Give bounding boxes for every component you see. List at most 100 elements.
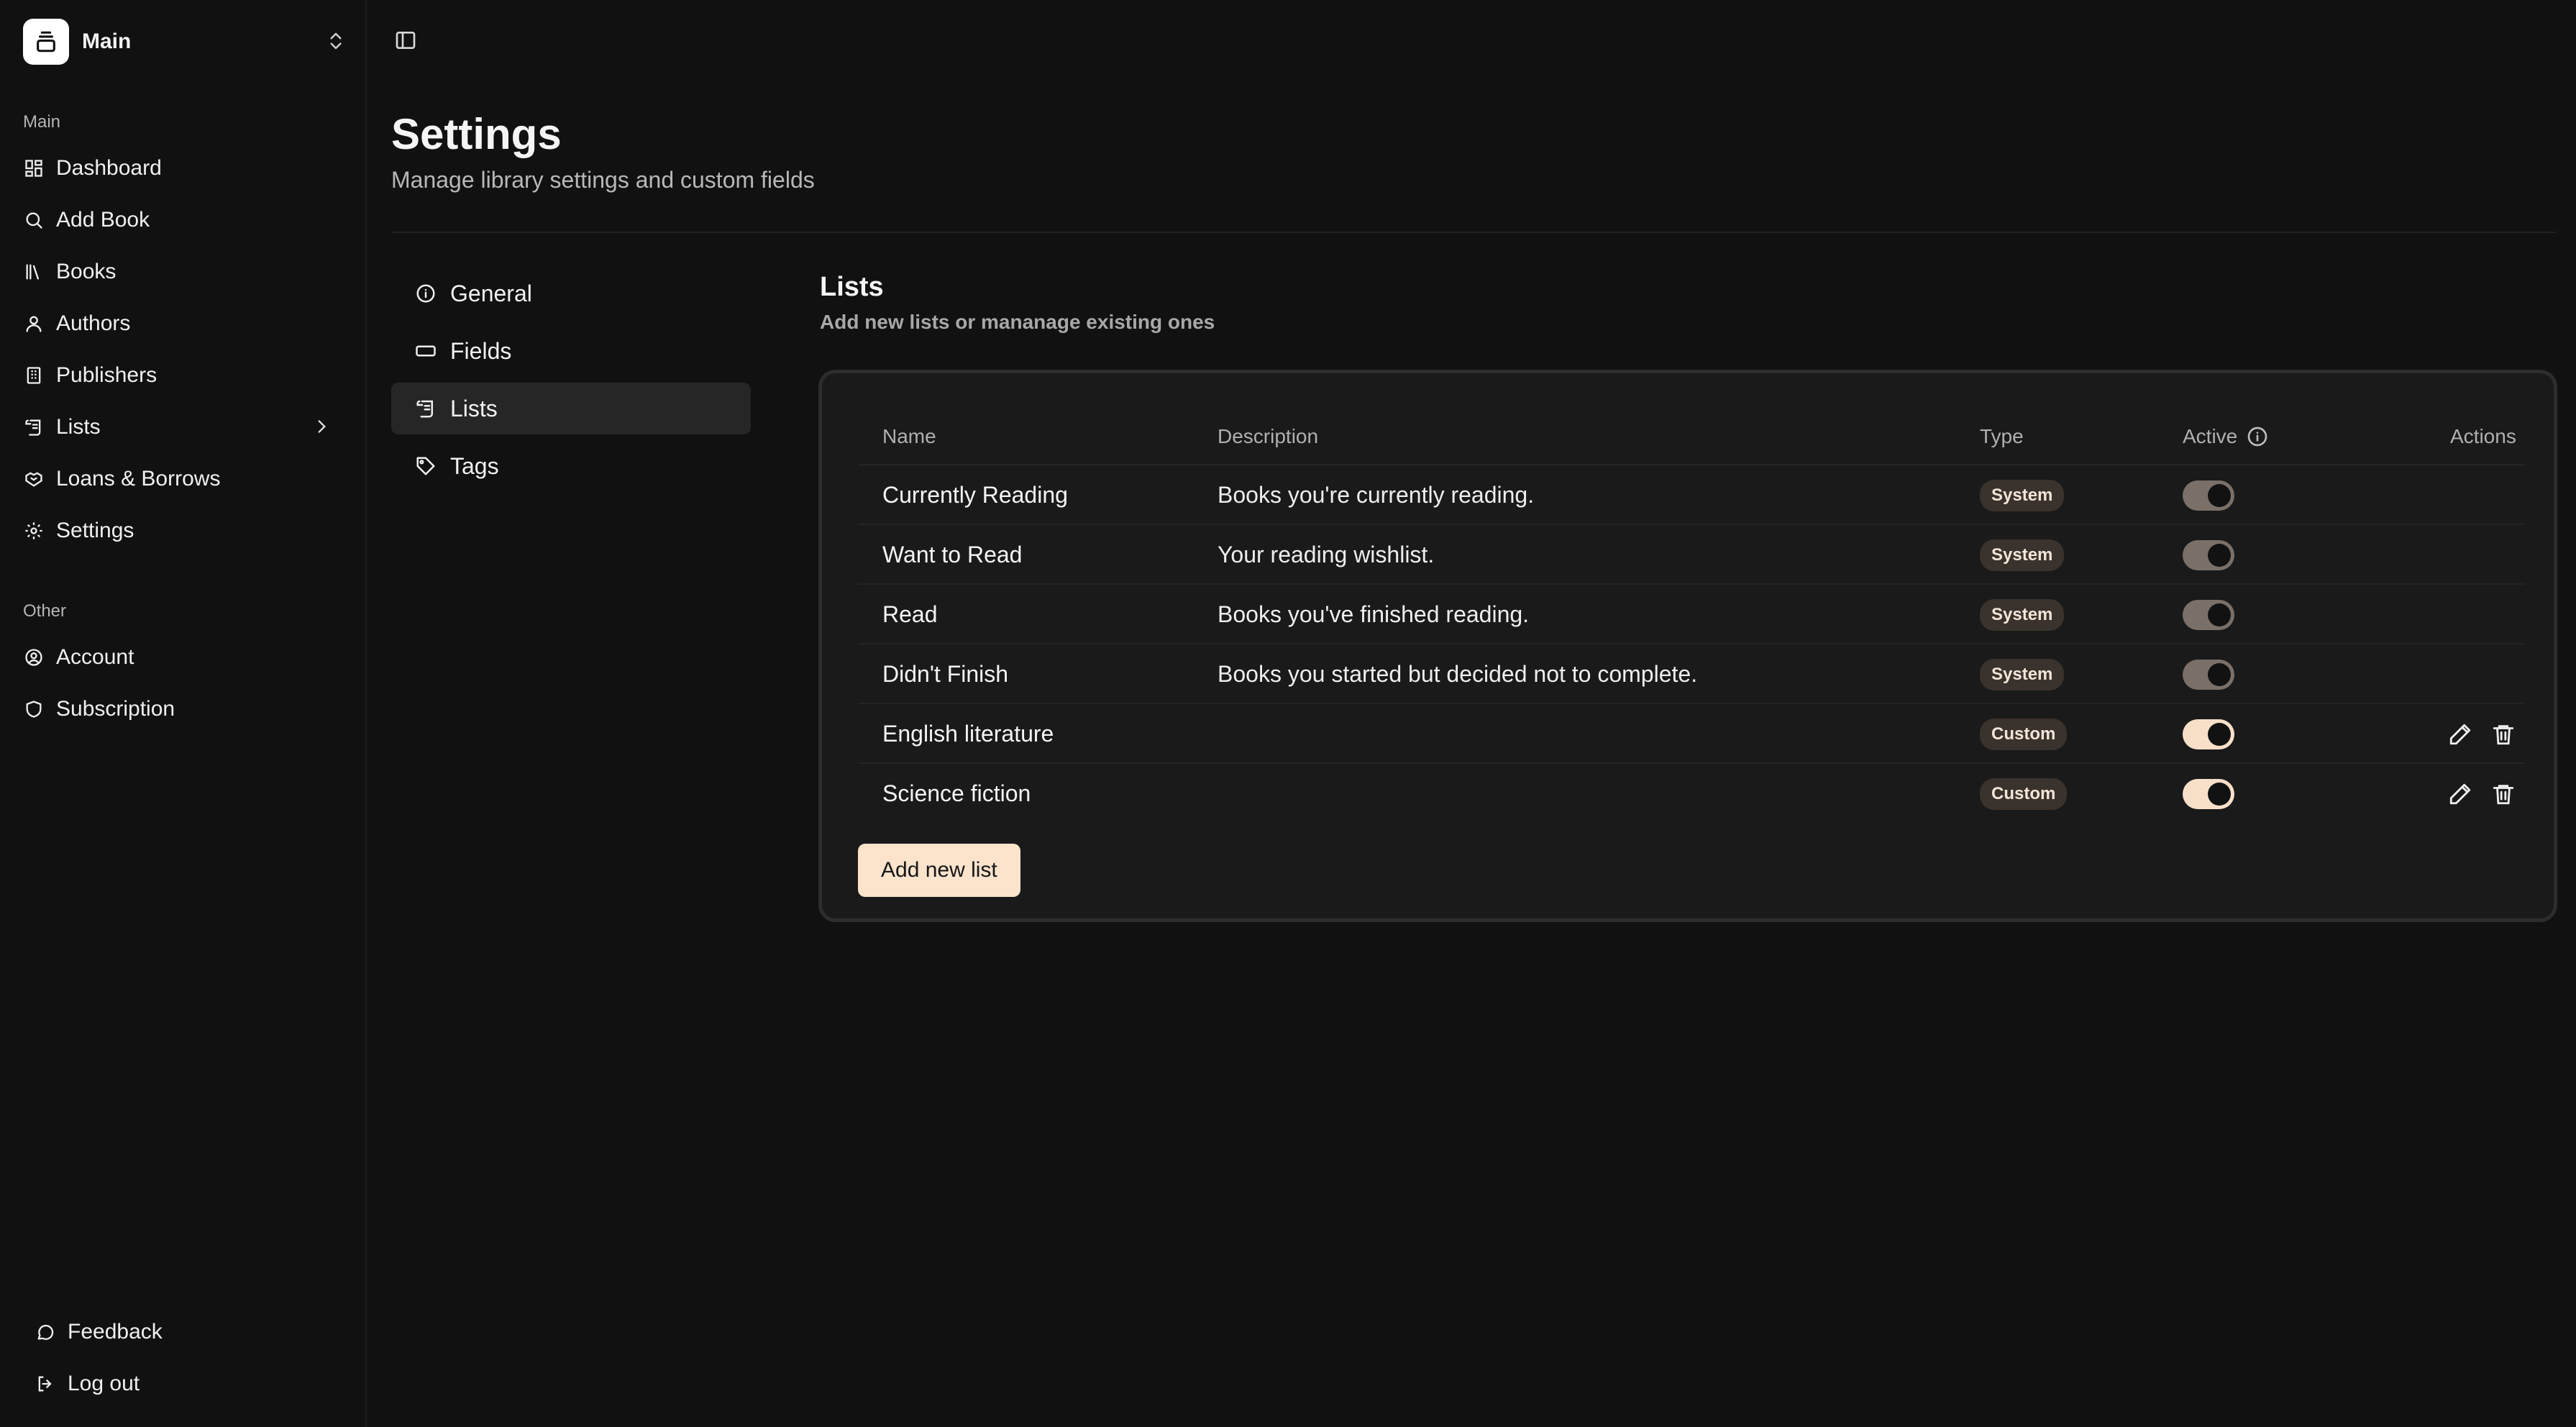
sidebar-item-label: Books (56, 260, 117, 283)
sidebar-item-label: Publishers (56, 363, 157, 387)
sidebar-item-lists[interactable]: Lists (14, 406, 352, 449)
list-name: Want to Read (882, 542, 1023, 567)
sidebar-item-label: Add Book (56, 208, 150, 232)
type-badge: System (1980, 658, 2065, 690)
active-toggle[interactable] (2183, 480, 2234, 511)
sidebar-item-books[interactable]: Books (14, 250, 352, 293)
sidebar-item-subscription[interactable]: Subscription (14, 688, 352, 731)
field-icon (414, 339, 437, 363)
search-icon (23, 209, 45, 231)
settings-tab-label: Lists (450, 395, 498, 421)
sidebar-item-publishers[interactable]: Publishers (14, 354, 352, 397)
workspace-switcher[interactable]: Main (23, 19, 347, 65)
column-header-description: Description (1218, 425, 1319, 447)
type-badge: System (1980, 539, 2065, 571)
type-badge: System (1980, 598, 2065, 631)
table-row: Science fiction Custom (858, 762, 2525, 822)
settings-tab-label: Tags (450, 452, 499, 479)
table-row: Want to Read Your reading wishlist. Syst… (858, 524, 2525, 583)
active-toggle[interactable] (2183, 778, 2234, 809)
sidebar-item-label: Subscription (56, 697, 175, 721)
settings-tab-fields[interactable]: Fields (391, 325, 751, 377)
sidebar-item-label: Lists (56, 415, 101, 439)
logout-icon (35, 1373, 56, 1395)
type-badge: Custom (1980, 718, 2068, 750)
sidebar-item-label: Authors (56, 311, 131, 335)
page-subtitle: Manage library settings and custom field… (391, 167, 815, 193)
table-row: Didn't Finish Books you started but deci… (858, 643, 2525, 703)
user-icon (23, 313, 45, 334)
chevron-right-icon (312, 417, 331, 442)
settings-tab-label: General (450, 280, 532, 306)
active-toggle[interactable] (2183, 599, 2234, 630)
gear-icon (23, 520, 45, 542)
user-circle-icon (23, 647, 45, 668)
sidebar-toggle-icon[interactable] (394, 29, 419, 53)
sidebar-section-other-label: Other (23, 601, 67, 621)
dashboard-icon (23, 158, 45, 179)
info-icon[interactable] (2246, 425, 2269, 448)
sidebar-item-loans-borrows[interactable]: Loans & Borrows (14, 457, 352, 501)
column-header-actions: Actions (2450, 425, 2516, 447)
active-toggle[interactable] (2183, 659, 2234, 690)
table-row: English literature Custom (858, 703, 2525, 762)
lists-card: Name Description Type Active Actions Cur… (818, 370, 2557, 922)
section-description: Add new lists or mananage existing ones (820, 311, 1215, 333)
list-name: Read (882, 601, 938, 627)
books-icon (23, 261, 45, 283)
list-description: Your reading wishlist. (1218, 542, 1435, 567)
list-name: English literature (882, 721, 1054, 747)
sidebar-section-main-label: Main (23, 112, 61, 132)
pencil-icon[interactable] (2447, 781, 2473, 807)
page-title: Settings (391, 110, 562, 158)
sidebar-item-label: Log out (68, 1372, 140, 1395)
building-icon (23, 365, 45, 386)
list-name: Currently Reading (882, 482, 1068, 508)
type-badge: Custom (1980, 778, 2068, 810)
workspace-logo-icon (23, 19, 69, 65)
scroll-icon (23, 416, 45, 438)
sidebar-item-label: Feedback (68, 1320, 163, 1344)
pencil-icon[interactable] (2447, 721, 2473, 747)
add-new-list-button[interactable]: Add new list (858, 844, 1020, 897)
active-toggle[interactable] (2183, 719, 2234, 749)
scroll-icon (414, 397, 437, 420)
list-description: Books you've finished reading. (1218, 601, 1530, 627)
chevrons-up-down-icon (325, 29, 347, 57)
settings-tab-general[interactable]: General (391, 268, 751, 319)
sidebar-item-account[interactable]: Account (14, 636, 352, 679)
workspace-name: Main (82, 29, 132, 53)
sidebar-item-dashboard[interactable]: Dashboard (14, 147, 352, 190)
sidebar: Main Main Dashboard Add Book Books Autho… (0, 0, 367, 1427)
sidebar-item-logout[interactable]: Log out (26, 1362, 342, 1405)
settings-tab-lists[interactable]: Lists (391, 383, 751, 434)
handshake-icon (23, 468, 45, 490)
trash-icon[interactable] (2490, 781, 2516, 807)
app-root: Main Main Dashboard Add Book Books Autho… (0, 0, 2576, 1427)
sidebar-item-feedback[interactable]: Feedback (26, 1310, 342, 1354)
list-name: Science fiction (882, 780, 1031, 806)
chat-icon (35, 1321, 56, 1343)
column-header-type: Type (1980, 425, 2024, 447)
sidebar-item-settings[interactable]: Settings (14, 509, 352, 552)
table-row: Read Books you've finished reading. Syst… (858, 583, 2525, 643)
trash-icon[interactable] (2490, 721, 2516, 747)
column-header-active: Active (2183, 425, 2269, 448)
sidebar-item-add-book[interactable]: Add Book (14, 199, 352, 242)
sidebar-item-authors[interactable]: Authors (14, 302, 352, 345)
settings-tab-label: Fields (450, 337, 512, 364)
table-row: Currently Reading Books you're currently… (858, 464, 2525, 524)
column-header-name: Name (882, 425, 936, 447)
active-toggle[interactable] (2183, 539, 2234, 570)
list-name: Didn't Finish (882, 661, 1009, 687)
column-header-active-label: Active (2183, 425, 2238, 447)
sidebar-item-label: Dashboard (56, 156, 162, 180)
info-icon (414, 282, 437, 305)
header-divider (391, 232, 2556, 233)
list-description: Books you started but decided not to com… (1218, 661, 1698, 687)
settings-tab-tags[interactable]: Tags (391, 440, 751, 492)
sidebar-item-label: Account (56, 645, 134, 669)
tag-icon (414, 455, 437, 478)
list-description: Books you're currently reading. (1218, 482, 1535, 508)
shield-icon (23, 698, 45, 720)
